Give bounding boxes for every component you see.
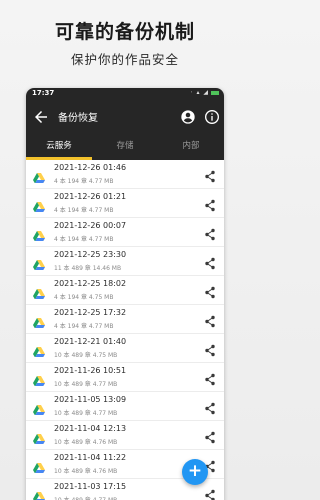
backup-row[interactable]: 2021-12-26 01:21 4 本 194 章 4.77 MB xyxy=(26,189,224,218)
status-bar: 17:37 ⋅ ▴ ◢ xyxy=(26,88,224,100)
backup-row[interactable]: 2021-11-05 13:09 10 本 489 章 4.77 MB xyxy=(26,392,224,421)
google-drive-icon xyxy=(33,313,45,328)
backup-meta: 4 本 194 章 4.77 MB xyxy=(54,178,114,185)
share-icon[interactable] xyxy=(204,284,216,299)
backup-date: 2021-12-26 01:21 xyxy=(54,192,127,201)
share-icon[interactable] xyxy=(204,313,216,328)
status-time: 17:37 xyxy=(32,89,55,97)
share-icon[interactable] xyxy=(204,487,216,500)
google-drive-icon xyxy=(33,197,45,212)
status-icons: ⋅ ▴ ◢ xyxy=(191,89,219,96)
backup-list: 2021-12-26 01:46 4 本 194 章 4.77 MB 2021-12… xyxy=(26,160,224,500)
backup-meta: 10 本 489 章 4.77 MB xyxy=(54,381,118,388)
backup-row[interactable]: 2021-12-26 01:46 4 本 194 章 4.77 MB xyxy=(26,160,224,189)
backup-meta: 10 本 489 章 4.75 MB xyxy=(54,352,118,359)
backup-meta: 10 本 489 章 4.76 MB xyxy=(54,468,118,475)
account-icon[interactable] xyxy=(180,109,196,125)
backup-date: 2021-11-26 10:51 xyxy=(54,366,127,375)
backup-date: 2021-12-21 01:40 xyxy=(54,337,127,346)
backup-date: 2021-11-04 12:13 xyxy=(54,424,127,433)
arrow-back-icon[interactable] xyxy=(32,108,50,126)
backup-meta: 10 本 489 章 4.76 MB xyxy=(54,439,118,446)
google-drive-icon xyxy=(33,400,45,415)
backup-meta: 10 本 489 章 4.77 MB xyxy=(54,495,117,500)
app-bar: 备份恢复 xyxy=(26,100,224,134)
share-icon[interactable] xyxy=(204,197,216,212)
tab-storage[interactable]: 存储 xyxy=(92,134,158,160)
add-backup-button[interactable]: + xyxy=(182,459,208,485)
signal-icons: ⋅ ▴ ◢ xyxy=(190,89,209,96)
google-drive-icon xyxy=(33,429,45,444)
backup-meta: 4 本 194 章 4.75 MB xyxy=(54,294,114,301)
backup-row[interactable]: 2021-11-26 10:51 10 本 489 章 4.77 MB xyxy=(26,363,224,392)
google-drive-icon xyxy=(33,255,45,270)
google-drive-icon xyxy=(33,168,45,183)
tab-bar: 云服务 存储 内部 xyxy=(26,134,224,160)
phone-screen: 17:37 ⋅ ▴ ◢ 备份恢复 云服务 存储 内部 2021-12-26 01… xyxy=(26,88,224,500)
battery-icon xyxy=(211,90,219,95)
promo-title: 可靠的备份机制 xyxy=(54,21,195,43)
share-icon[interactable] xyxy=(204,226,216,241)
backup-date: 2021-12-25 17:32 xyxy=(54,308,127,317)
promo-banner: 可靠的备份机制 保护你的作品安全 xyxy=(0,0,250,88)
backup-row[interactable]: 2021-12-26 00:07 4 本 194 章 4.77 MB xyxy=(26,218,224,247)
backup-date: 2021-11-03 17:15 xyxy=(54,482,127,491)
google-drive-icon xyxy=(33,458,45,473)
share-icon[interactable] xyxy=(204,429,216,444)
backup-date: 2021-12-26 01:46 xyxy=(54,163,127,172)
backup-row[interactable]: 2021-12-25 17:32 4 本 194 章 4.77 MB xyxy=(26,305,224,334)
backup-date: 2021-12-26 00:07 xyxy=(54,221,127,230)
backup-date: 2021-12-25 18:02 xyxy=(54,279,127,288)
promo-subtitle: 保护你的作品安全 xyxy=(70,52,179,67)
backup-date: 2021-11-04 11:22 xyxy=(54,453,127,462)
share-icon[interactable] xyxy=(204,255,216,270)
backup-meta: 4 本 194 章 4.77 MB xyxy=(54,207,114,214)
backup-row[interactable]: 2021-12-25 18:02 4 本 194 章 4.75 MB xyxy=(26,276,224,305)
backup-date: 2021-12-25 23:30 xyxy=(54,250,127,259)
backup-row[interactable]: 2021-12-21 01:40 10 本 489 章 4.75 MB xyxy=(26,334,224,363)
google-drive-icon xyxy=(33,284,45,299)
page-title: 备份恢复 xyxy=(58,113,98,124)
backup-row[interactable]: 2021-12-25 23:30 11 本 489 章 14.46 MB xyxy=(26,247,224,276)
info-icon[interactable] xyxy=(204,109,220,125)
google-drive-icon xyxy=(33,487,45,500)
share-icon[interactable] xyxy=(204,168,216,183)
backup-meta: 10 本 489 章 4.77 MB xyxy=(54,410,118,417)
share-icon[interactable] xyxy=(204,371,216,386)
google-drive-icon xyxy=(33,371,45,386)
google-drive-icon xyxy=(33,342,45,357)
backup-meta: 4 本 194 章 4.77 MB xyxy=(54,236,114,243)
share-icon[interactable] xyxy=(204,400,216,415)
google-drive-icon xyxy=(33,226,45,241)
backup-row[interactable]: 2021-11-04 12:13 10 本 489 章 4.76 MB xyxy=(26,421,224,450)
backup-meta: 11 本 489 章 14.46 MB xyxy=(54,265,122,272)
tab-internal[interactable]: 内部 xyxy=(158,134,224,160)
share-icon[interactable] xyxy=(204,342,216,357)
backup-date: 2021-11-05 13:09 xyxy=(54,395,127,404)
backup-meta: 4 本 194 章 4.77 MB xyxy=(54,323,114,330)
